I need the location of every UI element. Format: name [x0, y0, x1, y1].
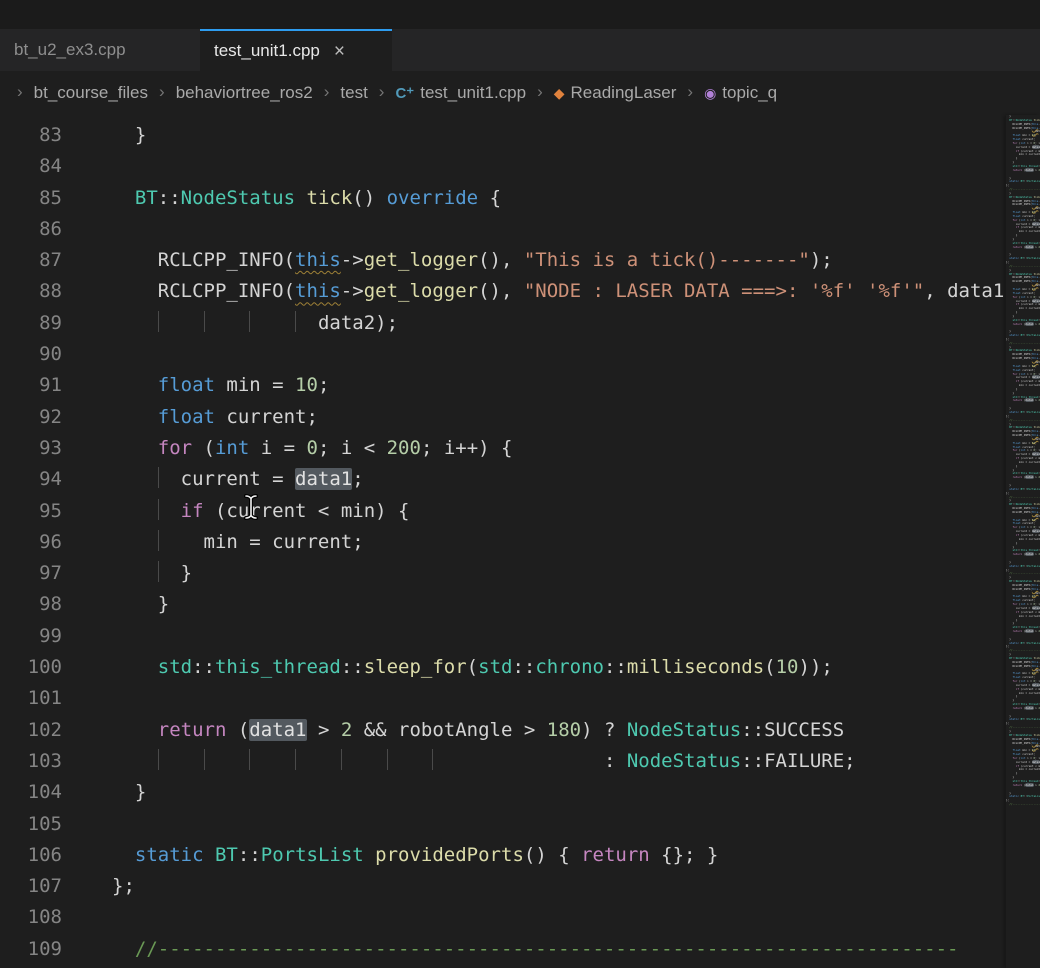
line-number: 104 [0, 777, 62, 808]
code-line[interactable]: 109 //----------------------------------… [0, 934, 1040, 965]
breadcrumb-item-file[interactable]: C⁺test_unit1.cpp [391, 83, 530, 103]
chevron-right-icon: › [317, 82, 337, 102]
code-editor[interactable]: 83 }8485 BT::NodeStatus tick() override … [0, 115, 1040, 968]
line-number: 89 [0, 308, 62, 339]
code-line[interactable]: 87 RCLCPP_INFO(this->get_logger(), "This… [0, 245, 1040, 276]
line-number: 98 [0, 589, 62, 620]
line-number: 106 [0, 840, 62, 871]
breadcrumb-item-bt-course-files[interactable]: bt_course_files [30, 83, 152, 103]
line-number: 103 [0, 746, 62, 777]
tab-label: bt_u2_ex3.cpp [14, 40, 126, 60]
code-line[interactable]: 99 [0, 621, 1040, 652]
line-number: 97 [0, 558, 62, 589]
tab-label: test_unit1.cpp [214, 41, 320, 61]
breadcrumb: › bt_course_files › behaviortree_ros2 › … [0, 71, 1040, 115]
code-line[interactable]: 101 [0, 683, 1040, 714]
code-line[interactable]: 104 } [0, 777, 1040, 808]
code-line[interactable]: 92 float current; [0, 402, 1040, 433]
code-line[interactable]: 102 return (data1 > 2 && robotAngle > 18… [0, 715, 1040, 746]
line-number: 94 [0, 464, 62, 495]
line-number: 87 [0, 245, 62, 276]
vscode-window: { "window": { "tabs": [ { "label": "bt_u… [0, 0, 1040, 968]
code-line[interactable]: 88 RCLCPP_INFO(this->get_logger(), "NODE… [0, 276, 1040, 307]
code-line[interactable]: 91 float min = 10; [0, 370, 1040, 401]
chevron-right-icon: › [10, 82, 30, 102]
class-icon: ◆ [554, 85, 565, 101]
code-line[interactable]: 103 : NodeStatus::FAILURE; [0, 746, 1040, 777]
code-lines: 83 }8485 BT::NodeStatus tick() override … [0, 120, 1040, 965]
chevron-right-icon: › [372, 82, 392, 102]
line-number: 99 [0, 621, 62, 652]
line-number: 109 [0, 934, 62, 965]
line-number: 100 [0, 652, 62, 683]
code-line[interactable]: 96 min = current; [0, 527, 1040, 558]
editor-tab-bar: bt_u2_ex3.cpp test_unit1.cpp × [0, 29, 1040, 71]
line-number: 84 [0, 151, 62, 182]
line-number: 90 [0, 339, 62, 370]
minimap[interactable]: } BT::NodeStatus tick() override { RCLCP… [1006, 115, 1040, 968]
chevron-right-icon: › [152, 82, 172, 102]
chevron-right-icon: › [680, 82, 700, 102]
line-number: 86 [0, 214, 62, 245]
line-number: 83 [0, 120, 62, 151]
breadcrumb-item-class[interactable]: ◆ReadingLaser [550, 83, 681, 103]
line-number: 105 [0, 809, 62, 840]
line-number: 102 [0, 715, 62, 746]
code-line[interactable]: 105 [0, 809, 1040, 840]
code-line[interactable]: 107}; [0, 871, 1040, 902]
code-line[interactable]: 84 [0, 151, 1040, 182]
line-number: 95 [0, 496, 62, 527]
line-number: 93 [0, 433, 62, 464]
code-line[interactable]: 108 [0, 902, 1040, 933]
code-line[interactable]: 86 [0, 214, 1040, 245]
code-line[interactable]: 93 for (int i = 0; i < 200; i++) { [0, 433, 1040, 464]
code-line[interactable]: 83 } [0, 120, 1040, 151]
code-line[interactable]: 90 [0, 339, 1040, 370]
code-line[interactable]: 85 BT::NodeStatus tick() override { [0, 183, 1040, 214]
code-line[interactable]: 106 static BT::PortsList providedPorts()… [0, 840, 1040, 871]
line-number: 108 [0, 902, 62, 933]
line-number: 92 [0, 402, 62, 433]
code-line[interactable]: 100 std::this_thread::sleep_for(std::chr… [0, 652, 1040, 683]
line-number: 88 [0, 276, 62, 307]
code-line[interactable]: 94 current = data1; [0, 464, 1040, 495]
line-number: 85 [0, 183, 62, 214]
tab-bt_u2_ex3[interactable]: bt_u2_ex3.cpp [0, 29, 200, 71]
line-number: 91 [0, 370, 62, 401]
title-bar [0, 0, 1040, 29]
cpp-file-icon: C⁺ [395, 85, 414, 102]
line-number: 96 [0, 527, 62, 558]
tab-test_unit1[interactable]: test_unit1.cpp × [200, 29, 392, 71]
code-line[interactable]: 98 } [0, 589, 1040, 620]
code-line[interactable]: 97 } [0, 558, 1040, 589]
line-number: 107 [0, 871, 62, 902]
breadcrumb-item-behaviortree-ros2[interactable]: behaviortree_ros2 [172, 83, 317, 103]
breadcrumb-item-member[interactable]: ◉topic_q [700, 83, 781, 103]
code-line[interactable]: 89 data2); [0, 308, 1040, 339]
line-number: 101 [0, 683, 62, 714]
field-icon: ◉ [704, 85, 716, 101]
close-icon[interactable]: × [334, 42, 345, 61]
chevron-right-icon: › [530, 82, 550, 102]
breadcrumb-item-test[interactable]: test [336, 83, 371, 103]
code-line[interactable]: 95 if (current < min) { [0, 496, 1040, 527]
